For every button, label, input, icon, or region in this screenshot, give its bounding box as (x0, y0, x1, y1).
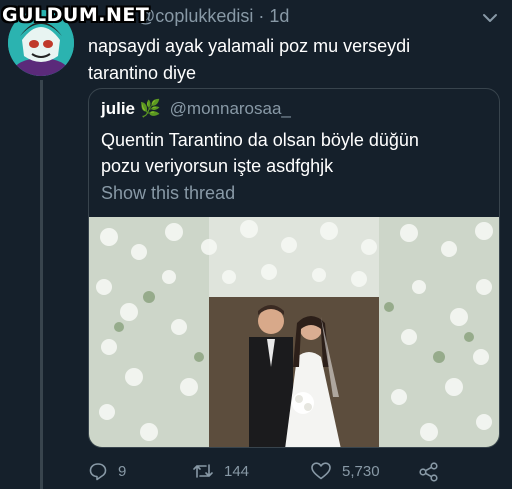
quote-header: julie 🌿 @monnarosaa_ (101, 99, 291, 119)
like-button[interactable]: 5,730 (310, 461, 380, 481)
quote-text-line: Quentin Tarantino da olsan böyle düğün (101, 130, 419, 150)
separator: · (258, 6, 265, 26)
quote-text-line: pozu veriyorsun işte asdfghjk (101, 156, 334, 176)
reply-count: 9 (118, 462, 127, 480)
thread-line (40, 80, 43, 489)
action-bar: 9 144 5,730 (88, 461, 500, 485)
handle[interactable]: @coplukkedisi (137, 6, 253, 26)
quote-text: Quentin Tarantino da olsan böyle düğün p… (101, 127, 491, 179)
share-button[interactable] (418, 461, 450, 483)
reply-icon (89, 463, 107, 481)
leaf-icon: 🌿 (139, 99, 161, 118)
retweet-icon (193, 464, 213, 478)
retweet-count: 144 (224, 462, 250, 480)
tweet-text: napsaydi ayak yalamali poz mu verseydi t… (88, 33, 488, 87)
reply-button[interactable]: 9 (88, 461, 126, 481)
like-icon (311, 462, 331, 480)
wedding-photo[interactable] (89, 217, 499, 447)
tweet-text-line: napsaydi ayak yalamali poz mu verseydi (88, 36, 411, 56)
share-icon (419, 462, 438, 482)
quote-handle[interactable]: @monnarosaa_ (170, 99, 291, 118)
watermark: GULDUM.NET (2, 4, 150, 26)
tweet-text-line: tarantino diye (88, 63, 197, 83)
quote-display-name[interactable]: julie (101, 99, 135, 118)
retweet-button[interactable]: 144 (192, 461, 249, 481)
quoted-tweet[interactable]: julie 🌿 @monnarosaa_ Quentin Tarantino d… (88, 88, 500, 448)
timestamp[interactable]: 1d (269, 6, 289, 26)
show-thread-link[interactable]: Show this thread (101, 183, 235, 204)
chevron-down-icon[interactable] (480, 8, 500, 28)
like-count: 5,730 (342, 462, 380, 480)
